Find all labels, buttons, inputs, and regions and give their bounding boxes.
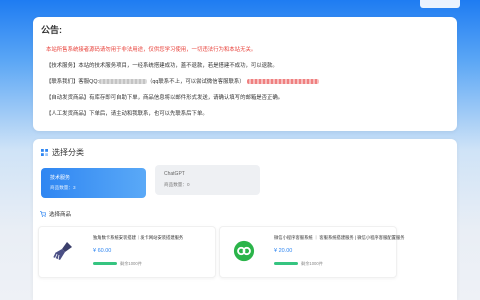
product-card-dujiao[interactable]: 独角数卡系统安装搭建｜发卡网站安装搭建服务 ¥ 60.00 剩余1000件 bbox=[38, 226, 216, 278]
stock-bar bbox=[274, 262, 298, 265]
announcement-card: 公告: 本站所售系统接者源码请勿用于非法用途，仅供您学习使用，一切违法行为和本站… bbox=[33, 17, 457, 131]
stock-bar bbox=[93, 262, 117, 265]
product-price: ¥ 20.00 bbox=[274, 248, 293, 254]
wechat-redacted bbox=[246, 79, 319, 85]
category-section-title: 选择分类 bbox=[41, 147, 84, 158]
category-title-text: 选择分类 bbox=[52, 148, 84, 157]
qq-redacted bbox=[99, 79, 148, 85]
header-button[interactable] bbox=[420, 0, 460, 8]
product-card-wechat-cs[interactable]: 微信小程序客服系统 ｜ 客服系统搭建服务 | 微信小程序客服配置服务 ¥ 20.… bbox=[219, 226, 405, 278]
shop-card: 选择分类 技术服务 商品数量：3 ChatGPT 商品数量：0 选择商品 独角数… bbox=[33, 139, 457, 300]
broom-icon bbox=[49, 237, 77, 265]
product-section-title: 选择商品 bbox=[40, 210, 71, 218]
notice-line-auto-delivery: 【自动发货商品】有库存即可自助下单，商品信息将以邮件形式发送，请确认填写的邮箱是… bbox=[46, 95, 284, 101]
notice-line-contact: 【联系我们】客服QQ: （qq联系不上，可以尝试微信客服联系） bbox=[46, 77, 319, 85]
category-name: 技术服务 bbox=[50, 175, 71, 181]
category-icon bbox=[41, 149, 48, 156]
stock-label: 剩余1000件 bbox=[301, 260, 323, 266]
category-name: ChatGPT bbox=[164, 171, 185, 177]
product-title-text: 选择商品 bbox=[49, 212, 72, 218]
wechat-icon bbox=[230, 237, 258, 265]
category-chatgpt[interactable]: ChatGPT 商品数量：0 bbox=[155, 165, 260, 195]
notice-line-disclaimer: 本站所售系统接者源码请勿用于非法用途，仅供您学习使用，一切违法行为和本站无关。 bbox=[46, 47, 257, 53]
contact-mid: （qq联系不上，可以尝试微信客服联系） bbox=[147, 79, 245, 85]
product-name: 微信小程序客服系统 ｜ 客服系统搭建服务 | 微信小程序客服配置服务 bbox=[274, 235, 405, 240]
category-tech-service[interactable]: 技术服务 商品数量：3 bbox=[41, 168, 146, 198]
notice-line-manual-delivery: 【人工发货商品】下单后，请主动和我联系，也可以先联系后下单。 bbox=[46, 111, 208, 117]
notice-line-tech-service: 【技术服务】本站的技术服务项目，一经系统搭建成功，蓋不退款，若是搭建不成功，可以… bbox=[46, 63, 278, 69]
product-name: 独角数卡系统安装搭建｜发卡网站安装搭建服务 bbox=[93, 235, 184, 240]
stock-label: 剩余1000件 bbox=[120, 260, 142, 266]
contact-prefix: 【联系我们】客服QQ: bbox=[46, 79, 100, 85]
top-banner bbox=[0, 0, 480, 14]
category-count: 商品数量：3 bbox=[50, 185, 76, 190]
product-price: ¥ 60.00 bbox=[93, 248, 112, 254]
category-count: 商品数量：0 bbox=[164, 182, 190, 187]
cart-icon bbox=[40, 211, 46, 217]
announcement-title: 公告: bbox=[41, 25, 62, 35]
